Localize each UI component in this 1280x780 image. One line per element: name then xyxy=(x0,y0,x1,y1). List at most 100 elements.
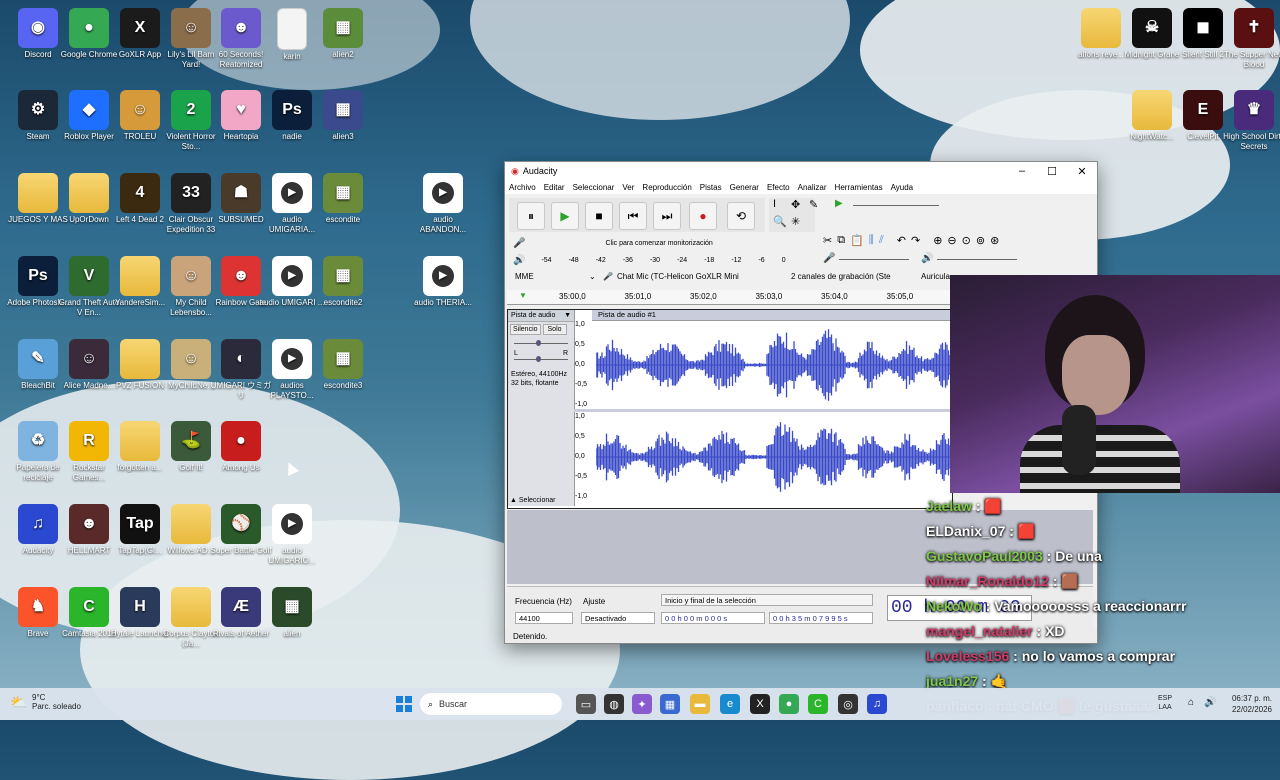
envelope-tool-icon[interactable]: ✥ xyxy=(791,198,800,211)
clock[interactable]: 06:37 p. m. 22/02/2026 xyxy=(1222,693,1272,715)
skip-start-button[interactable]: ⏮ xyxy=(619,202,647,230)
widgets-icon[interactable]: ◍ xyxy=(604,694,624,714)
zoom-in-icon[interactable]: ⊕ xyxy=(933,234,942,250)
selection-tool-icon[interactable]: I xyxy=(773,198,776,210)
host-select[interactable]: MME xyxy=(515,272,595,281)
fit-selection-icon[interactable]: ⊙ xyxy=(962,234,971,250)
desktop-icon[interactable]: ♛ High School Dirty Secrets xyxy=(1221,90,1280,152)
copilot-icon[interactable]: ✦ xyxy=(632,694,652,714)
chrome-taskbar-icon[interactable]: ● xyxy=(779,694,799,714)
draw-tool-icon[interactable]: ✎ xyxy=(809,198,818,211)
loop-button[interactable]: ⟲ xyxy=(727,202,755,230)
menu-item[interactable]: Ver xyxy=(622,183,634,192)
menu-item[interactable]: Seleccionar xyxy=(573,183,615,192)
pan-slider[interactable] xyxy=(514,356,568,362)
desktop-icon[interactable]: audio UMIGARIO... xyxy=(259,504,325,566)
paste-icon[interactable]: 📋 xyxy=(850,234,864,250)
clip-header[interactable]: Pista de audio #1 xyxy=(592,310,952,321)
channels-select[interactable]: 2 canales de grabación (Ste xyxy=(791,272,891,281)
app-icon: ☺ xyxy=(69,339,109,379)
select-track-button[interactable]: ▲ Seleccionar xyxy=(510,497,555,504)
camtasia-taskbar-icon[interactable]: C xyxy=(808,694,828,714)
title-bar[interactable]: ◉ Audacity – ☐ ✕ xyxy=(505,162,1097,180)
desktop-icon[interactable]: audio THERIA... xyxy=(410,256,476,308)
gain-slider[interactable] xyxy=(514,340,568,346)
menu-item[interactable]: Archivo xyxy=(509,183,536,192)
selection-mode-select[interactable]: Inicio y final de la selección xyxy=(661,594,873,606)
task-view-icon[interactable]: ▭ xyxy=(576,694,596,714)
search-box[interactable]: ⌕ Buscar xyxy=(420,693,562,715)
zoom-toggle-icon[interactable]: ⊛ xyxy=(990,234,999,250)
desktop-icon[interactable]: ✝ The Supper New Blood xyxy=(1221,8,1280,70)
timeline-ruler[interactable]: ▼ 35:00,0 35:01,0 35:02,0 35:03,0 35:04,0 35:… xyxy=(507,290,979,305)
fit-project-icon[interactable]: ⊚ xyxy=(976,234,985,250)
track-name-menu[interactable]: Pista de audio ▼ xyxy=(508,310,574,322)
start-button[interactable] xyxy=(396,696,412,712)
cut-icon[interactable]: ✂ xyxy=(823,234,832,250)
minimize-button[interactable]: – xyxy=(1007,165,1037,178)
stop-button[interactable]: ■ xyxy=(585,202,613,230)
track-area[interactable]: Pista de audio ▼ Silencio Solo L R Estér… xyxy=(507,309,953,509)
play-speed-slider[interactable] xyxy=(853,205,939,206)
desktop-icon[interactable]: ▦ alien2 xyxy=(310,8,376,60)
copy-icon[interactable]: ⧉ xyxy=(837,234,845,250)
record-meter[interactable]: 🎤 Clic para comenzar monitorización xyxy=(513,235,803,251)
desktop-icon[interactable]: ● Among Us xyxy=(208,421,274,473)
record-button[interactable]: ● xyxy=(689,202,717,230)
output-device-select[interactable]: Auricula xyxy=(921,272,950,281)
input-device-select[interactable]: Chat Mic (TC-Helicon GoXLR Mini xyxy=(617,272,777,281)
skip-end-button[interactable]: ⏭ xyxy=(653,202,681,230)
close-button[interactable]: ✕ xyxy=(1067,165,1097,178)
edge-icon[interactable]: e xyxy=(720,694,740,714)
menu-item[interactable]: Analizar xyxy=(798,183,827,192)
desktop-icon[interactable]: ▦ alien3 xyxy=(310,90,376,142)
track-control-panel[interactable]: Pista de audio ▼ Silencio Solo L R Estér… xyxy=(508,310,575,506)
language-indicator[interactable]: ESP LAA xyxy=(1158,694,1172,712)
rate-select[interactable]: 44100 xyxy=(515,612,573,624)
menu-item[interactable]: Reproducción xyxy=(642,183,691,192)
selection-end[interactable]: 0 0 h 3 5 m 0 7 9 9 5 s xyxy=(769,612,873,624)
desktop-icon[interactable]: ▦ escondite2 xyxy=(310,256,376,308)
file-explorer-icon[interactable]: ▬ xyxy=(690,694,710,714)
menu-item[interactable]: Editar xyxy=(544,183,565,192)
undo-icon[interactable]: ↶ xyxy=(897,234,906,250)
maximize-button[interactable]: ☐ xyxy=(1037,165,1067,178)
selection-start[interactable]: 0 0 h 0 0 m 0 0 0 s xyxy=(661,612,765,624)
store-icon[interactable]: ▦ xyxy=(660,694,680,714)
waveform-right[interactable] xyxy=(596,413,952,501)
obs-taskbar-icon[interactable]: ◎ xyxy=(838,694,858,714)
silence-icon[interactable]: ⫽ xyxy=(879,234,884,250)
menu-item[interactable]: Ayuda xyxy=(891,183,914,192)
menu-item[interactable]: Efecto xyxy=(767,183,790,192)
menu-item[interactable]: Herramientas xyxy=(835,183,883,192)
network-icon[interactable]: ⌂ xyxy=(1188,697,1194,708)
waveform-left[interactable] xyxy=(596,321,952,409)
record-volume-slider[interactable] xyxy=(839,259,909,260)
app-icon xyxy=(272,173,312,213)
menu-item[interactable]: Pistas xyxy=(700,183,722,192)
solo-button[interactable]: Solo xyxy=(542,324,567,335)
multi-tool-icon[interactable]: ✳ xyxy=(791,215,800,228)
audacity-taskbar-icon[interactable]: ♫ xyxy=(867,694,887,714)
zoom-tool-icon[interactable]: 🔍 xyxy=(773,215,787,228)
snap-select[interactable]: Desactivado xyxy=(581,612,655,624)
play-at-speed[interactable]: ▶ xyxy=(835,198,945,214)
goxlr-taskbar-icon[interactable]: X xyxy=(750,694,770,714)
desktop-icon[interactable]: audio ABANDON... xyxy=(410,173,476,235)
desktop-icon[interactable]: ▦ alien xyxy=(259,587,325,639)
mute-button[interactable]: Silencio xyxy=(510,324,541,335)
menu-item[interactable]: Generar xyxy=(730,183,759,192)
collapse-icon[interactable]: ▲ xyxy=(510,497,517,504)
timeline-play-icon[interactable]: ▼ xyxy=(519,291,527,300)
desktop-icon[interactable]: ▦ escondite3 xyxy=(310,339,376,391)
zoom-out-icon[interactable]: ⊖ xyxy=(947,234,956,250)
pause-button[interactable]: ⏸ xyxy=(517,202,545,230)
redo-icon[interactable]: ↷ xyxy=(911,234,920,250)
playback-meter[interactable]: 🔊 -54 -48 -42 -36 -30 -24 -18 -12 -6 0 xyxy=(513,252,803,268)
desktop-icon[interactable]: ▦ escondite xyxy=(310,173,376,225)
volume-icon[interactable]: 🔊 xyxy=(1204,697,1216,708)
trim-icon[interactable]: ⫼ xyxy=(869,234,874,250)
playback-volume-slider[interactable] xyxy=(937,259,1017,260)
play-speed-icon[interactable]: ▶ xyxy=(835,198,843,209)
play-button[interactable]: ▶ xyxy=(551,202,579,230)
